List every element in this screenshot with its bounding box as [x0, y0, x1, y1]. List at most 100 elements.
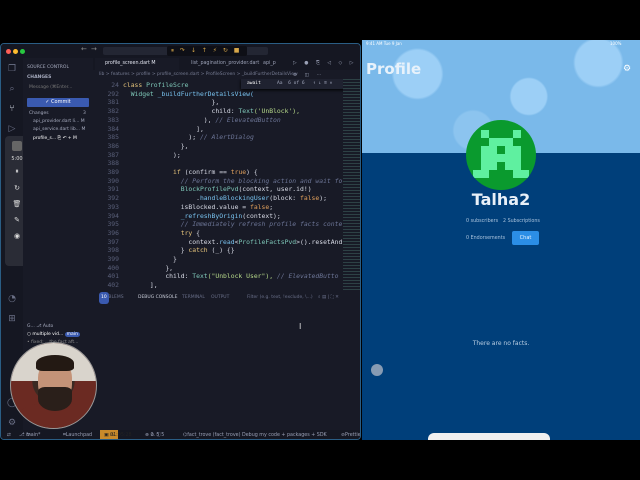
code-token: ); — [123, 150, 181, 159]
stop-recording-button[interactable] — [12, 141, 22, 151]
endorsements-count[interactable]: 0 Endorsements — [466, 236, 505, 241]
code-token: class — [123, 81, 147, 89]
code-token: _buildFurtherDetailsView( — [157, 89, 254, 98]
filter-input[interactable]: Filter (e.g. text, !exclude, \...) — [247, 292, 313, 304]
prettier-indicator[interactable]: ⊘ Prettier — [341, 430, 360, 439]
remote-indicator[interactable]: ⇄ — [7, 430, 11, 439]
file-item[interactable]: profile_s... ⎘ ↶ + M — [33, 135, 77, 141]
branch-name: main* — [26, 433, 41, 438]
tab-profile-screen[interactable]: profile_screen.dart M — [95, 58, 179, 70]
commit-message-input[interactable]: Message (⌘Enter... — [29, 85, 72, 90]
tab-output[interactable]: OUTPUT — [211, 292, 229, 304]
branch-indicator[interactable]: ⎇ main* ↻ — [19, 430, 40, 439]
code-line: }, — [123, 141, 189, 150]
source-control-icon[interactable]: ⑂ — [7, 104, 17, 114]
code-line: isBlocked.value = false; — [123, 203, 273, 211]
page-title: Profile — [366, 60, 422, 78]
avatar[interactable] — [466, 120, 536, 190]
file-name: api_service.dart — [33, 127, 69, 132]
branch-badge: main — [64, 332, 80, 337]
launchpad-button[interactable]: ⌗ Launchpad — [63, 430, 92, 439]
battery-indicator: 100% — [610, 41, 622, 46]
line-number: 385 — [107, 133, 119, 142]
code-token: (_) {} — [211, 246, 235, 255]
session-timer[interactable]: ▣ 01:05:28 ⚠ — [100, 430, 132, 439]
remote-icon[interactable]: ◔ — [7, 294, 17, 304]
avatar-pixel — [505, 146, 513, 154]
tab-debug-console[interactable]: DEBUG CONSOLE — [138, 292, 177, 304]
prettier-label: Prettier — [345, 433, 361, 438]
close-window-button[interactable] — [6, 49, 11, 54]
graph-header[interactable]: G... ⎇ Auto — [27, 324, 53, 329]
avatar-pixel — [513, 170, 521, 178]
subscribers-count[interactable]: 0 subscribers — [466, 219, 498, 224]
explorer-icon[interactable]: ❐ — [7, 64, 17, 74]
tab-list-pagination-provider[interactable]: list_pagination_provider.dart — [181, 58, 259, 70]
bottom-sheet-handle[interactable] — [428, 433, 550, 440]
file-item[interactable]: api_service.dart lib... M — [33, 127, 85, 132]
code-line: child: Text("Unblock User"), // Elevated… — [123, 272, 338, 280]
code-token: read — [219, 237, 235, 246]
find-widget[interactable]: await Aa 6 of 6 ↑ ↓ ≡ ✕ — [241, 79, 343, 89]
minimap[interactable] — [343, 79, 360, 291]
device-name: fact_trove (fact_trove) — [187, 433, 241, 438]
code-token: context. — [123, 237, 220, 246]
find-input[interactable]: await — [247, 79, 261, 89]
code-token: }, — [123, 141, 189, 150]
panel-title: SOURCE CONTROL — [27, 65, 69, 70]
changes-group[interactable]: Changes — [29, 111, 49, 116]
settings-gear-icon[interactable]: ⚙ — [623, 64, 631, 74]
breadcrumb[interactable]: lib > features > profile > profile_scree… — [93, 70, 360, 79]
avatar-pixel — [481, 154, 489, 162]
commit-button[interactable]: ✓ Commit — [27, 98, 89, 107]
maximize-window-button[interactable] — [20, 49, 25, 54]
panel-actions[interactable]: ⌕ ▤ | ⛶ ✕ — [318, 292, 339, 304]
file-path: li... — [72, 119, 80, 124]
code-editor[interactable]: await Aa 6 of 6 ↑ ↓ ≡ ✕ 24 class ProfileSc… — [93, 79, 343, 291]
error-count: 0 — [150, 433, 154, 438]
code-token: Text — [192, 272, 208, 281]
subscriptions-count[interactable]: 2 Subscriptions — [503, 219, 540, 224]
line-number: 401 — [107, 272, 119, 281]
debug-mode-selector[interactable]: Debug my code + packages + SDK — [242, 430, 327, 439]
changes-header[interactable]: CHANGES — [27, 75, 51, 80]
search-icon[interactable]: ⌕ — [7, 84, 17, 94]
code-token: child: — [123, 107, 239, 116]
code-token: _refreshByOrigin — [180, 211, 243, 220]
code-line: }, — [123, 264, 173, 272]
match-case-toggle[interactable]: Aa — [277, 81, 283, 86]
code-token: ('UnBlock'), — [253, 107, 300, 116]
avatar-pixel — [513, 154, 521, 162]
tab-api-provider[interactable]: api_p — [253, 58, 276, 70]
text-cursor-icon: I — [299, 322, 302, 331]
code-token: } — [123, 255, 177, 263]
extensions-icon[interactable]: ⊞ — [7, 314, 17, 324]
file-name: profile_s... — [33, 136, 57, 141]
run-debug-icon[interactable]: ▷ — [7, 124, 17, 134]
tab-terminal[interactable]: TERMINAL — [182, 292, 205, 304]
line-number: 402 — [107, 281, 119, 290]
graph-commit[interactable]: ○ multiple vid... main — [27, 332, 80, 337]
code-token: ); — [123, 133, 200, 142]
code-line: ), // ElevatedButton — [123, 116, 281, 124]
code-line: context.read<ProfileFactsPvd>().resetAnd — [123, 238, 342, 246]
debug-toolbar[interactable]: ⏸ ↷ ↓ ↑ ⚡ ↻ ■ — [167, 46, 247, 56]
code-token: handleBlockingUser — [199, 194, 270, 203]
chat-button[interactable]: Chat — [512, 231, 539, 245]
back-arrow-icon[interactable]: ← — [81, 45, 87, 53]
problems-indicator[interactable]: ⊗ 0 ⚠ 5 ⓘ 5 — [145, 430, 164, 439]
code-token: ; — [269, 202, 274, 211]
commit-message: multiple vid... — [32, 332, 64, 337]
minimize-window-button[interactable] — [13, 49, 18, 54]
file-item[interactable]: api_provider.dart li... M — [33, 119, 85, 124]
forward-arrow-icon[interactable]: → — [91, 45, 97, 53]
avatar-pixel — [473, 170, 481, 178]
avatar-pixel — [481, 162, 489, 170]
code-token: { — [196, 228, 200, 237]
device-selector[interactable]: ⌬ fact_trove (fact_trove) — [183, 430, 241, 439]
panel-tabs: PROBLEMS 10 DEBUG CONSOLE TERMINAL OUTPU… — [93, 292, 360, 304]
timer-value: 01:05:28 — [110, 433, 132, 438]
